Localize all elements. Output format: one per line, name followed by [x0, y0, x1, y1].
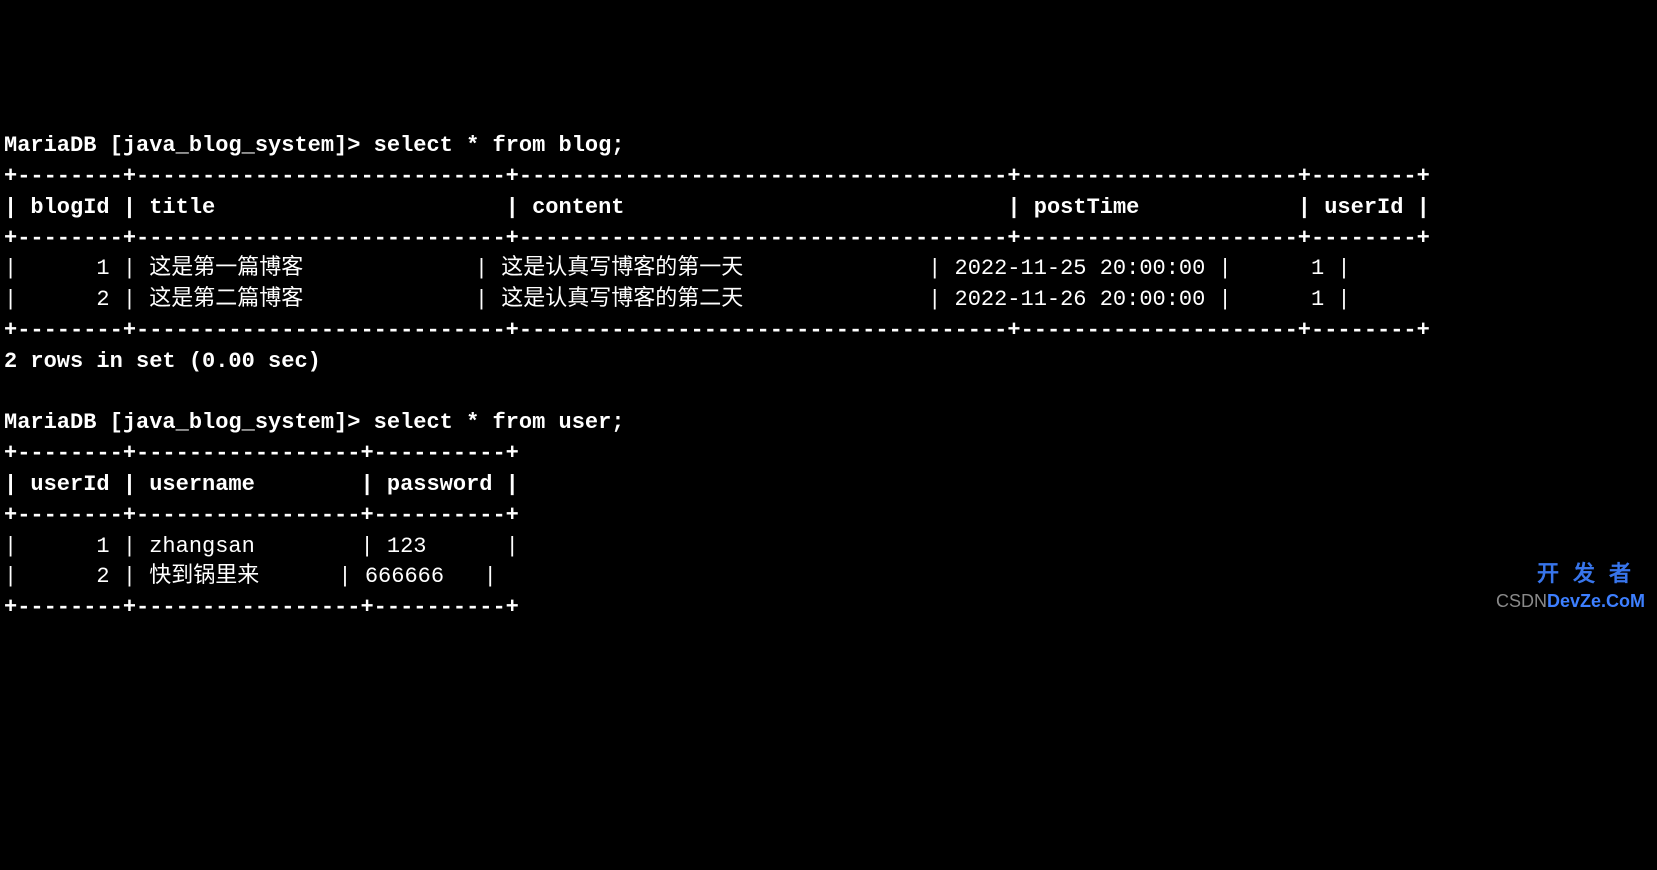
table-border: +--------+-----------------+----------+: [4, 595, 519, 620]
prompt-prefix: MariaDB [java_blog_system]>: [4, 133, 374, 158]
sql-query: select * from user;: [374, 410, 625, 435]
table-border: +--------+----------------------------+-…: [4, 226, 1430, 251]
table-border: +--------+----------------------------+-…: [4, 318, 1430, 343]
watermark-en: CSDNDevZe.CoM: [1496, 589, 1645, 614]
watermark-csdn: CSDN: [1496, 591, 1547, 611]
table-border: +--------+-----------------+----------+: [4, 503, 519, 528]
prompt-line-2: MariaDB [java_blog_system]> select * fro…: [4, 410, 625, 435]
sql-query: select * from blog;: [374, 133, 625, 158]
table-row: | 1 | zhangsan | 123 |: [4, 534, 519, 559]
terminal-output[interactable]: MariaDB [java_blog_system]> select * fro…: [4, 131, 1653, 624]
watermark-cn: 开发者: [1537, 559, 1645, 590]
prompt-prefix: MariaDB [java_blog_system]>: [4, 410, 374, 435]
prompt-line-1: MariaDB [java_blog_system]> select * fro…: [4, 133, 625, 158]
table-header-row: | userId | username | password |: [4, 472, 519, 497]
table-header-row: | blogId | title | content | postTime | …: [4, 195, 1430, 220]
table-border: +--------+-----------------+----------+: [4, 441, 519, 466]
table-border: +--------+----------------------------+-…: [4, 164, 1430, 189]
table-row: | 2 | 快到锅里来 | 666666 |: [4, 564, 497, 589]
watermark-brand: DevZe.CoM: [1547, 591, 1645, 611]
result-summary: 2 rows in set (0.00 sec): [4, 349, 321, 374]
table-row: | 2 | 这是第二篇博客 | 这是认真写博客的第二天 | 2022-11-26…: [4, 287, 1351, 312]
table-row: | 1 | 这是第一篇博客 | 这是认真写博客的第一天 | 2022-11-25…: [4, 256, 1351, 281]
